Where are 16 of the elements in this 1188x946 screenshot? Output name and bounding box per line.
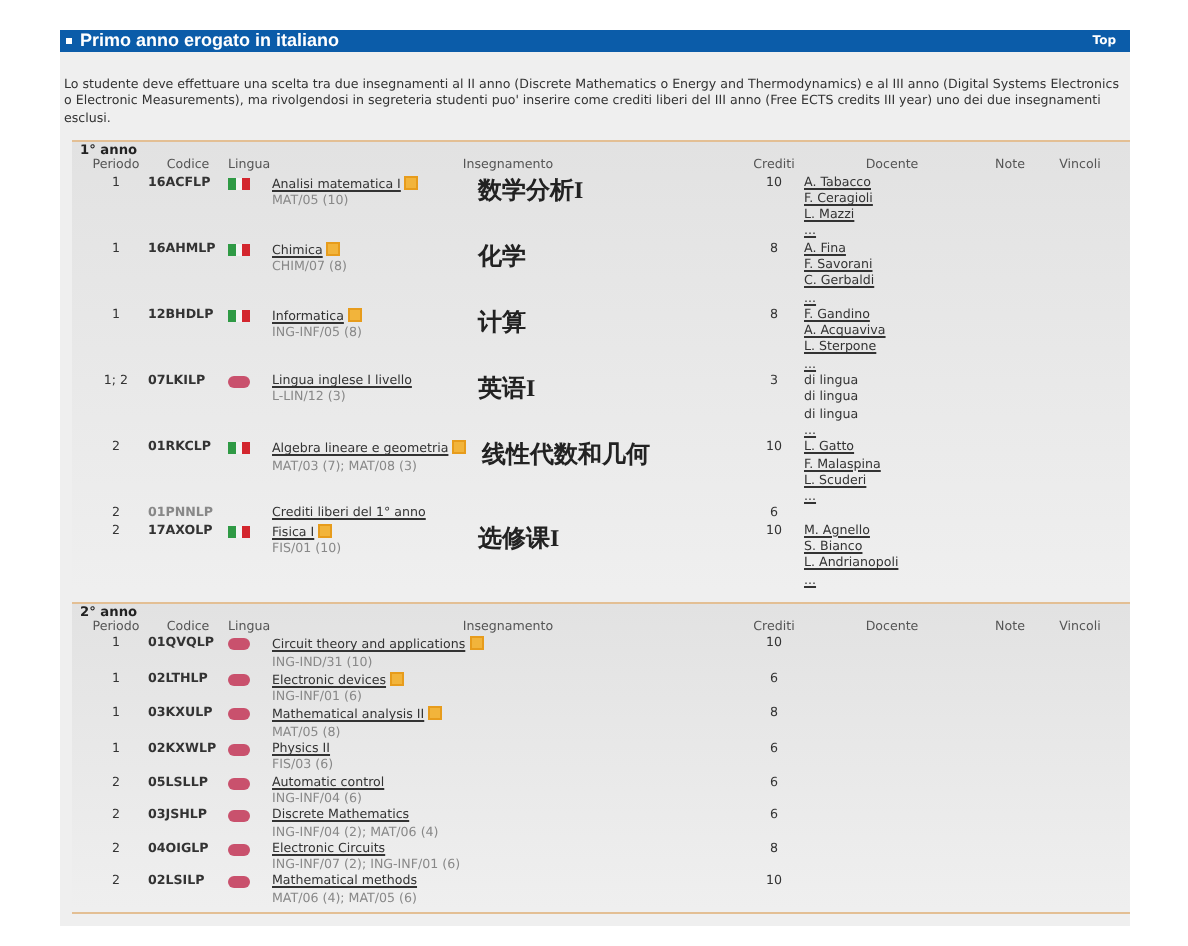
- annotation-text: 线性代数和几何: [482, 440, 651, 469]
- document-icon[interactable]: [347, 307, 362, 322]
- annotation-text: 选修课I: [478, 523, 560, 552]
- document-icon[interactable]: [318, 523, 333, 538]
- document-icon[interactable]: [326, 241, 341, 256]
- document-icon[interactable]: [390, 671, 405, 686]
- annotation-text: 计算: [478, 307, 526, 336]
- document-icon[interactable]: [404, 175, 419, 190]
- annotation-text: 英语I: [478, 374, 536, 403]
- annotation-text: 化学: [478, 241, 526, 270]
- bullet-icon: [66, 38, 72, 44]
- document-icon[interactable]: [428, 706, 443, 721]
- section-title: Primo anno erogato in italiano: [80, 30, 340, 52]
- annotation-text: 数学分析I: [478, 175, 584, 204]
- document-icon[interactable]: [469, 636, 484, 651]
- document-icon[interactable]: [452, 440, 467, 455]
